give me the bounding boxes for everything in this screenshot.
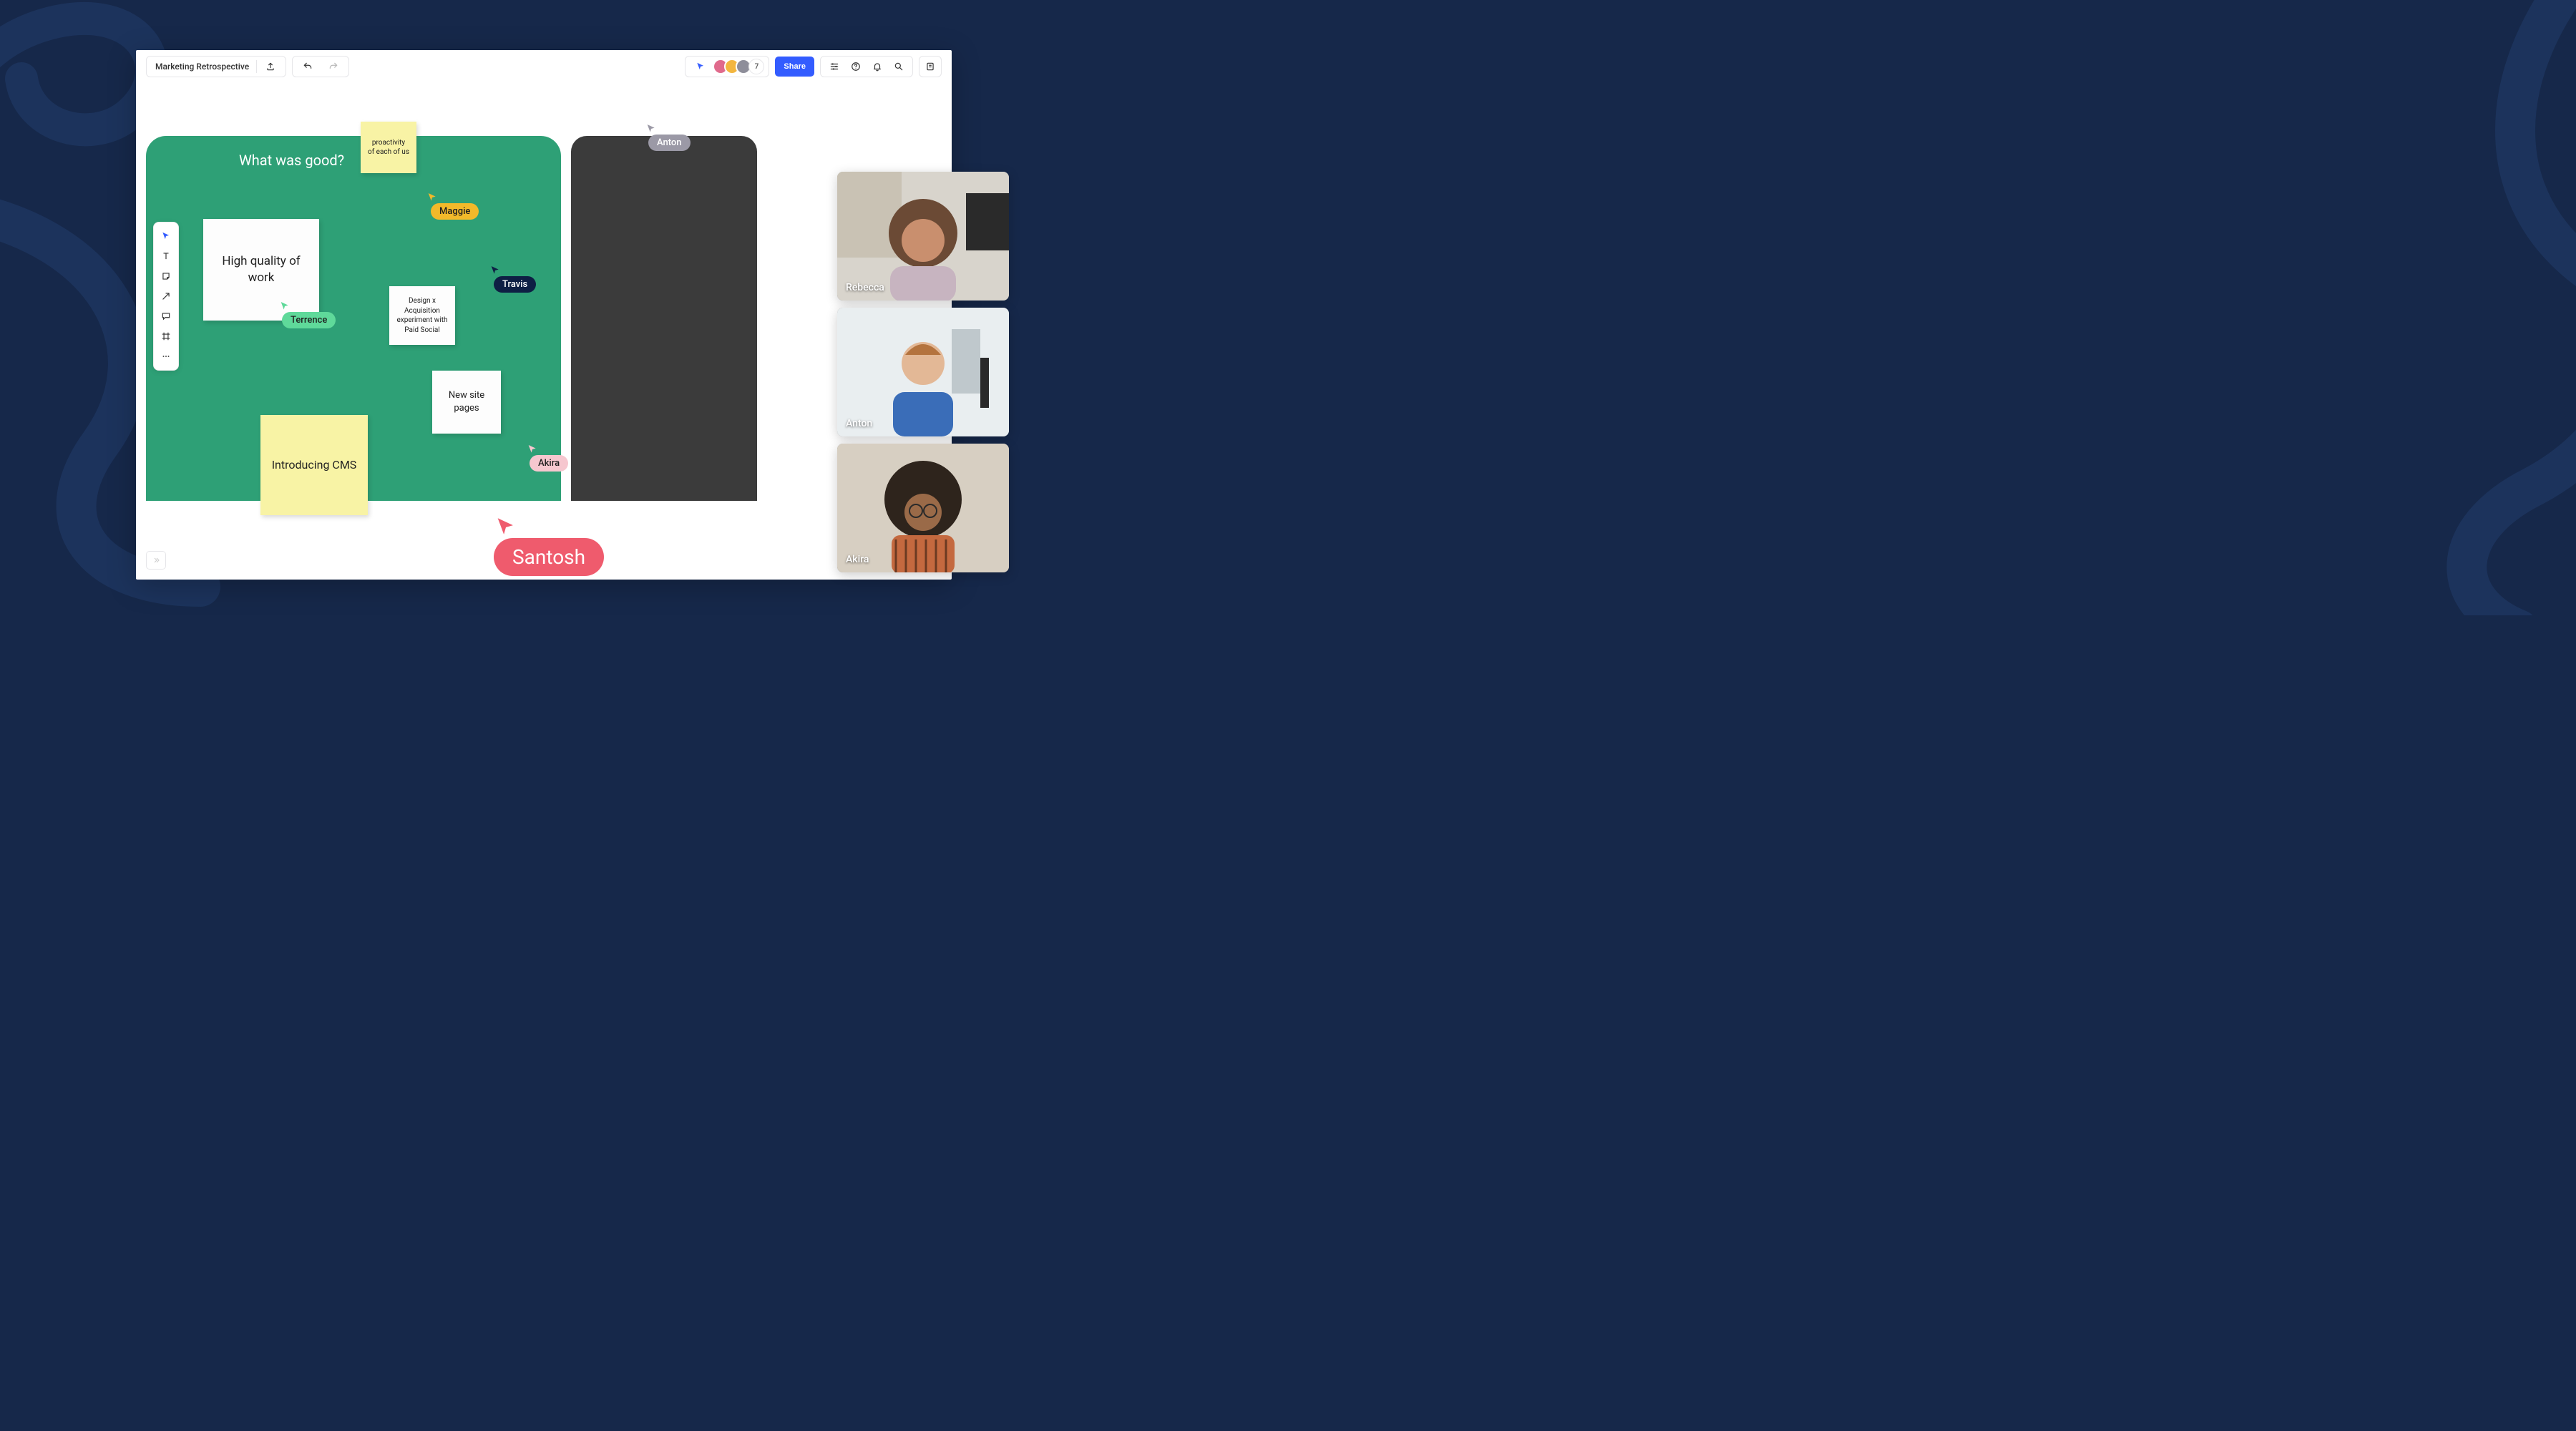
cursor-label: Santosh — [494, 538, 604, 576]
cursor-anton: Anton — [645, 123, 691, 151]
cursor-arrow-icon — [494, 515, 518, 539]
video-tile-akira[interactable]: Akira — [837, 444, 1009, 572]
utility-icons — [820, 56, 913, 77]
undo-icon[interactable] — [297, 56, 318, 77]
expand-panel-button[interactable] — [146, 551, 166, 570]
video-name: Rebecca — [846, 282, 884, 293]
tool-select[interactable] — [156, 227, 176, 245]
cursor-arrow-icon — [527, 444, 538, 455]
video-call-panel: Rebecca Anton Akira — [837, 172, 1009, 572]
panel-dark[interactable] — [571, 136, 757, 501]
tool-sticky[interactable] — [156, 267, 176, 285]
note-design-x[interactable]: Design x Acquisition experiment with Pai… — [389, 286, 455, 345]
tool-frame[interactable] — [156, 327, 176, 346]
search-icon[interactable] — [888, 56, 909, 77]
cursor-label: Anton — [648, 135, 691, 151]
cursor-mode-icon[interactable] — [690, 56, 711, 77]
share-button[interactable]: Share — [775, 57, 814, 77]
cursor-travis: Travis — [489, 265, 536, 293]
note-new-site[interactable]: New site pages — [432, 371, 501, 434]
tool-more[interactable] — [156, 347, 176, 366]
bell-icon[interactable] — [867, 56, 888, 77]
cursor-label: Travis — [494, 276, 536, 293]
cursor-maggie: Maggie — [426, 192, 479, 220]
tool-arrow[interactable] — [156, 287, 176, 306]
canvas[interactable]: What was good? proactivity of each of us… — [146, 93, 942, 570]
cursor-terrence: Terrence — [279, 301, 336, 328]
video-tile-rebecca[interactable]: Rebecca — [837, 172, 1009, 301]
note-intro-cms[interactable]: Introducing CMS — [260, 415, 368, 515]
presence-group: 7 — [685, 56, 769, 77]
decorative-swirl-right — [2404, 0, 2576, 615]
board-title: Marketing Retrospective — [155, 62, 249, 72]
redo-icon[interactable] — [323, 56, 344, 77]
divider — [256, 60, 257, 73]
participant-count[interactable]: 7 — [748, 59, 764, 74]
avatar-stack[interactable]: 7 — [713, 59, 764, 74]
cursor-label: Maggie — [431, 203, 479, 220]
cursor-label: Terrence — [282, 312, 336, 328]
cursor-akira: Akira — [527, 444, 568, 472]
cursor-arrow-icon — [645, 123, 657, 135]
whiteboard-app-window: Marketing Retrospective — [136, 50, 952, 580]
help-icon[interactable] — [845, 56, 867, 77]
notes-panel-button[interactable] — [919, 56, 942, 77]
cursor-label: Akira — [530, 455, 568, 472]
cursor-santosh: Santosh — [494, 515, 604, 569]
cursor-arrow-icon — [426, 192, 438, 203]
topbar: Marketing Retrospective — [136, 50, 952, 83]
board-title-pill[interactable]: Marketing Retrospective — [146, 56, 286, 77]
tool-text[interactable] — [156, 247, 176, 265]
tool-comment[interactable] — [156, 307, 176, 326]
toolbox — [153, 222, 179, 371]
video-name: Anton — [846, 418, 872, 429]
panel-title: What was good? — [239, 152, 344, 169]
video-name: Akira — [846, 554, 869, 565]
cursor-arrow-icon — [279, 301, 291, 312]
settings-sliders-icon[interactable] — [824, 56, 845, 77]
note-proactivity[interactable]: proactivity of each of us — [361, 122, 416, 173]
undo-redo-group — [292, 56, 349, 77]
cursor-arrow-icon — [489, 265, 501, 276]
export-icon[interactable] — [264, 56, 277, 77]
video-tile-anton[interactable]: Anton — [837, 308, 1009, 436]
